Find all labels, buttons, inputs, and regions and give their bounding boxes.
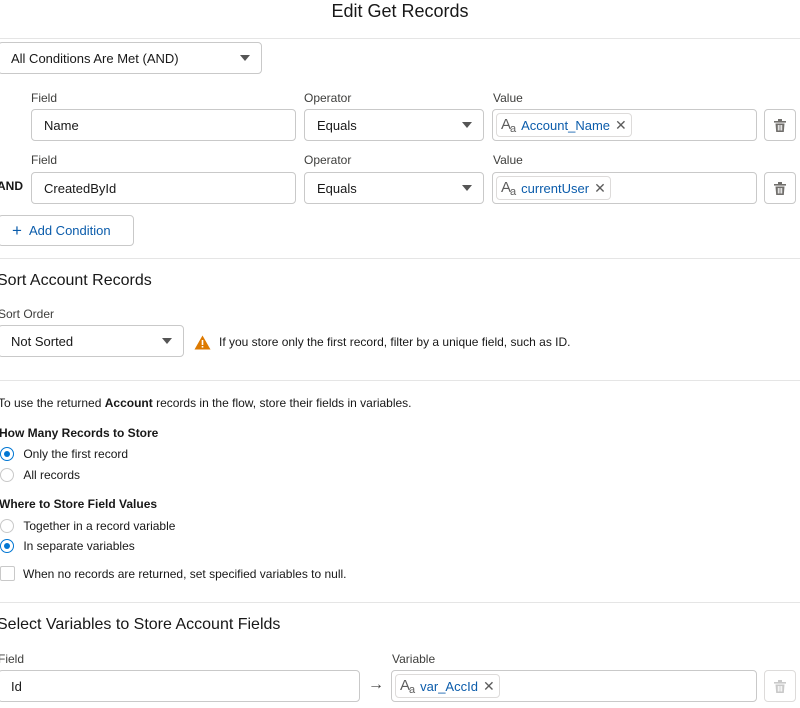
variable-pill-label: var_AccId [420, 678, 478, 694]
variables-variable-input[interactable]: Aa var_AccId ✕ [391, 670, 757, 702]
field-label: Field [31, 91, 58, 105]
add-condition-button[interactable]: + Add Condition [0, 215, 134, 246]
radio-all-records-label: All records [23, 467, 81, 482]
sort-order-value: Not Sorted [11, 333, 74, 349]
chevron-down-icon [462, 122, 472, 128]
radio-all-records-control[interactable] [0, 467, 14, 482]
sort-order-label: Sort Order [0, 307, 55, 321]
condition-field-input[interactable]: Name [31, 109, 296, 141]
where-store-label: Where to Store Field Values [0, 497, 158, 511]
store-intro-object: Account [104, 396, 153, 410]
trash-icon [774, 679, 786, 693]
remove-icon[interactable]: ✕ [483, 678, 495, 695]
condition-operator-value: Equals [317, 180, 357, 196]
delete-variable-button[interactable] [764, 670, 796, 702]
delete-condition-button[interactable] [764, 109, 796, 141]
condition-value-input[interactable]: Aa currentUser ✕ [492, 172, 757, 204]
value-pill[interactable]: Aa currentUser ✕ [496, 176, 611, 200]
remove-icon[interactable]: ✕ [594, 180, 606, 197]
null-checkbox[interactable] [0, 566, 15, 581]
condition-operator-value: Equals [317, 117, 357, 133]
radio-record-variable-label: Together in a record variable [23, 518, 176, 533]
radio-separate-variables[interactable]: In separate variables [0, 538, 135, 553]
null-checkbox-label: When no records are returned, set specif… [23, 567, 347, 581]
value-pill-label: Account_Name [521, 117, 611, 133]
field-label: Field [31, 153, 58, 167]
radio-separate-variables-label: In separate variables [23, 538, 135, 553]
condition-field-value: Name [44, 117, 79, 133]
radio-all-records[interactable]: All records [0, 467, 80, 482]
arrow-icon: → [368, 676, 384, 693]
sort-warning-text: If you store only the first record, filt… [219, 335, 571, 349]
chevron-down-icon [240, 55, 250, 61]
condition-operator-select[interactable]: Equals [304, 109, 484, 141]
operator-label: Operator [304, 153, 352, 167]
warning-icon [194, 335, 211, 350]
condition-field-input[interactable]: CreatedById [31, 172, 296, 204]
section-divider [0, 380, 800, 381]
plus-icon: + [12, 220, 22, 240]
delete-condition-button[interactable] [764, 172, 796, 204]
modal-title: Edit Get Records [331, 1, 469, 21]
radio-record-variable[interactable]: Together in a record variable [0, 518, 175, 533]
header-divider [0, 38, 800, 39]
sort-heading: Sort Account Records [0, 272, 152, 289]
variable-pill[interactable]: Aa var_AccId ✕ [395, 674, 500, 698]
store-intro-text: To use the returned Account records in t… [0, 396, 412, 410]
sort-order-select[interactable]: Not Sorted [0, 325, 184, 357]
store-intro-after: records in the flow, store their fields … [152, 396, 412, 410]
condition-operator-select[interactable]: Equals [304, 172, 484, 204]
variables-field-input[interactable]: Id [0, 670, 360, 702]
text-type-icon: Aa [400, 676, 415, 696]
radio-record-variable-control[interactable] [0, 518, 14, 533]
chevron-down-icon [162, 338, 172, 344]
condition-logic-select[interactable]: All Conditions Are Met (AND) [0, 42, 262, 74]
section-divider [0, 602, 800, 603]
value-pill-label: currentUser [521, 180, 590, 196]
variables-heading: Select Variables to Store Account Fields [0, 616, 281, 633]
radio-only-first-label: Only the first record [23, 446, 129, 461]
condition-prefix: AND [0, 179, 23, 193]
condition-value-input[interactable]: Aa Account_Name ✕ [492, 109, 757, 141]
variables-field-label: Field [0, 652, 25, 666]
value-label: Value [493, 91, 523, 105]
remove-icon[interactable]: ✕ [615, 117, 627, 134]
value-pill[interactable]: Aa Account_Name ✕ [496, 113, 632, 137]
trash-icon [774, 118, 786, 132]
variables-field-value: Id [11, 678, 22, 694]
how-many-label: How Many Records to Store [0, 426, 159, 440]
value-label: Value [493, 153, 523, 167]
radio-separate-variables-control[interactable] [0, 538, 14, 553]
operator-label: Operator [304, 91, 352, 105]
chevron-down-icon [462, 185, 472, 191]
store-intro-before: To use the returned [0, 396, 105, 410]
radio-only-first-control[interactable] [0, 446, 14, 461]
condition-field-value: CreatedById [44, 180, 117, 196]
text-type-icon: Aa [501, 178, 516, 198]
condition-logic-value: All Conditions Are Met (AND) [11, 50, 179, 66]
radio-only-first[interactable]: Only the first record [0, 446, 128, 461]
section-divider [0, 258, 800, 259]
variables-variable-label: Variable [392, 652, 436, 666]
add-condition-label: Add Condition [28, 223, 111, 238]
trash-icon [774, 181, 786, 195]
text-type-icon: Aa [501, 115, 516, 135]
